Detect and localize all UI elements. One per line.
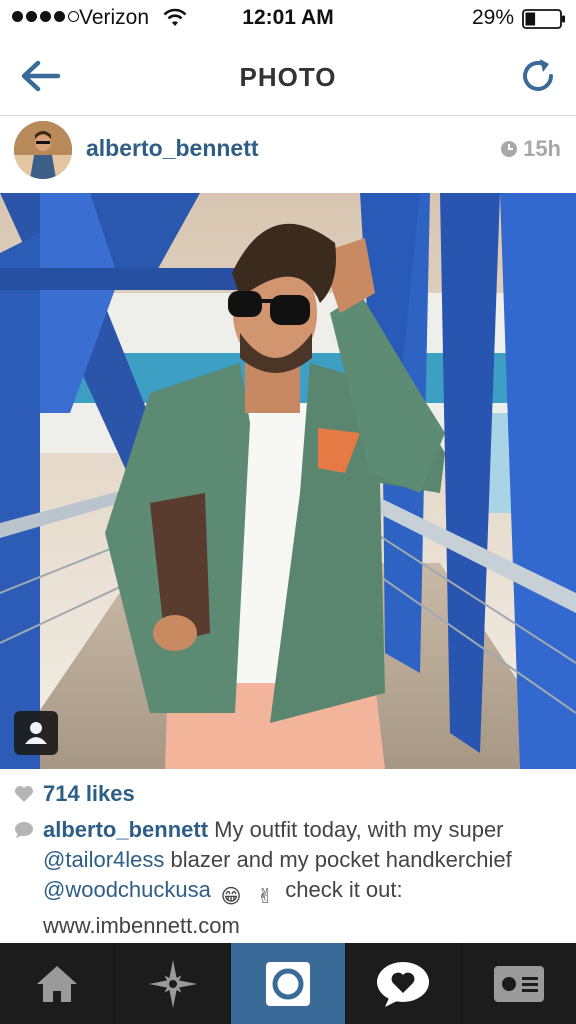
post-time-text: 15h [523, 136, 561, 161]
home-icon [37, 965, 78, 1002]
likes-row: 714 likes [14, 781, 135, 807]
battery-percent: 29% [471, 6, 514, 29]
post-header: alberto_bennett 15h [0, 117, 576, 193]
tab-activity[interactable] [346, 943, 462, 1024]
tab-home[interactable] [0, 943, 116, 1024]
refresh-icon[interactable] [518, 56, 558, 96]
camera-icon [266, 961, 311, 1006]
nav-header: PHOTO [0, 38, 576, 116]
post-time: 15h [500, 136, 561, 162]
likes-count[interactable]: 714 likes [43, 781, 135, 807]
post-username[interactable]: alberto_bennett [86, 135, 259, 162]
explore-star-icon [148, 959, 197, 1008]
victory-hand-emoji-icon: ✌ [256, 886, 274, 908]
comment-bubble-icon [15, 822, 33, 838]
caption-text-2: blazer and my pocket handkerchief [164, 847, 512, 872]
tab-explore[interactable] [115, 943, 231, 1024]
bottom-tab-bar [0, 943, 576, 1024]
caption-username[interactable]: alberto_bennett [43, 817, 208, 842]
page-title: PHOTO [239, 62, 337, 92]
clock-icon [501, 141, 518, 157]
activity-heart-icon [377, 961, 430, 1007]
caption-mention-woodchuckusa[interactable]: @woodchuckusa [43, 877, 211, 902]
caption-mention-tailor4less[interactable]: @tailor4less [43, 847, 164, 872]
avatar[interactable] [14, 121, 72, 179]
grin-emoji-icon: 😁 [220, 886, 242, 908]
post-photo[interactable] [0, 193, 576, 769]
caption-text-1: My outfit today, with my super [208, 817, 504, 842]
heart-icon [15, 786, 33, 802]
tab-profile[interactable] [462, 943, 576, 1024]
tagged-people-icon[interactable] [14, 711, 58, 755]
profile-card-icon [493, 965, 544, 1002]
tab-camera[interactable] [230, 943, 347, 1024]
battery-icon [522, 9, 565, 29]
status-bar: Verizon 12:01 AM 29% [0, 0, 576, 38]
